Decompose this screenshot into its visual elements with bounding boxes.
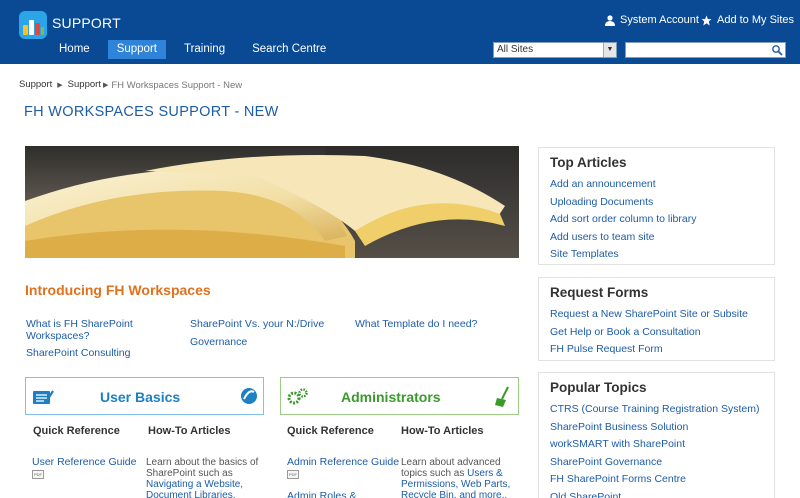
chevron-right-icon: ▶ (102, 82, 109, 89)
list-item[interactable]: Site Templates (550, 246, 696, 264)
intro-heading: Introducing FH Workspaces (25, 282, 211, 298)
notepad-icon (33, 390, 54, 404)
pdf-icon: PDF (32, 470, 44, 479)
request-forms-list: Request a New SharePoint Site or Subsite… (550, 306, 748, 359)
gears-icon (287, 388, 308, 405)
user-basics-title: User Basics (100, 389, 181, 405)
help-icon (241, 388, 257, 404)
user-basics-description: Learn about the basics of SharePoint suc… (146, 457, 266, 498)
open-book-image (25, 146, 519, 258)
top-navigation: Home Support Training Search Centre (50, 40, 344, 59)
admin-roles-link[interactable]: Admin Roles & (287, 490, 356, 498)
breadcrumb-item[interactable]: Support (68, 79, 101, 91)
user-how-to-heading: How-To Articles (148, 425, 231, 437)
search-icon[interactable] (771, 44, 783, 56)
breadcrumb-current: FH Workspaces Support - New (111, 79, 243, 91)
list-item[interactable]: SharePoint Governance (550, 454, 759, 472)
breadcrumb: Support ▶ Support ▶ FH Workspaces Suppor… (19, 79, 242, 91)
user-icon (605, 14, 615, 26)
request-forms-panel: Request Forms Request a New SharePoint S… (538, 277, 775, 361)
list-item[interactable]: workSMART with SharePoint (550, 436, 759, 454)
site-title[interactable]: SUPPORT (52, 15, 121, 31)
list-item[interactable]: SharePoint Business Solution (550, 419, 759, 437)
user-reference-guide-link[interactable]: User Reference Guide (32, 456, 136, 468)
administrators-description: Learn about advanced topics such as User… (401, 457, 517, 498)
broom-icon (495, 386, 509, 407)
list-item[interactable]: FH Pulse Request Form (550, 341, 748, 359)
user-basics-desc-text: Learn about the basics of SharePoint suc… (146, 457, 259, 479)
system-account-menu[interactable]: System Account (605, 14, 699, 26)
list-item[interactable]: Add users to team site (550, 229, 696, 247)
hero-image (25, 146, 519, 258)
administrators-title: Administrators (341, 389, 441, 405)
star-icon (701, 14, 712, 26)
top-bar: SUPPORT System Account Add to My Sites H… (0, 0, 800, 64)
admin-quick-reference-heading: Quick Reference (287, 425, 374, 437)
search-scope-value: All Sites (497, 44, 534, 55)
request-forms-title: Request Forms (550, 285, 649, 300)
chevron-down-icon[interactable]: ▼ (603, 43, 616, 57)
site-logo-icon[interactable] (19, 11, 47, 39)
user-reference-guide[interactable]: User Reference Guide PDF (32, 456, 136, 479)
top-articles-list: Add an announcement Uploading Documents … (550, 176, 696, 264)
system-account-label: System Account (620, 14, 699, 26)
nav-search-centre[interactable]: Search Centre (243, 40, 335, 59)
intro-link-vs-ndrive[interactable]: SharePoint Vs. your N:/Drive (190, 318, 324, 330)
nav-support[interactable]: Support (107, 40, 166, 59)
admin-how-to-heading: How-To Articles (401, 425, 484, 437)
user-basics-desc-links[interactable]: Navigating a Website, Document Libraries… (146, 479, 243, 498)
page-title: FH WORKSPACES SUPPORT - NEW (24, 104, 279, 120)
chevron-right-icon: ▶ (57, 82, 63, 89)
top-articles-title: Top Articles (550, 155, 627, 170)
admin-reference-guide-link[interactable]: Admin Reference Guide (287, 456, 399, 468)
search-scope-select[interactable]: All Sites ▼ (493, 42, 617, 58)
popular-topics-title: Popular Topics (550, 380, 647, 395)
search-input[interactable] (625, 42, 786, 58)
add-to-my-sites-label: Add to My Sites (717, 14, 795, 26)
intro-link-what-is[interactable]: What is FH SharePoint Workspaces? (26, 318, 166, 342)
add-to-my-sites-link[interactable]: Add to My Sites (701, 14, 794, 26)
list-item[interactable]: Old SharePoint (550, 489, 759, 498)
intro-link-consulting[interactable]: SharePoint Consulting (26, 347, 130, 359)
list-item[interactable]: FH SharePoint Forms Centre (550, 471, 759, 489)
intro-link-governance[interactable]: Governance (190, 336, 247, 348)
list-item[interactable]: Get Help or Book a Consultation (550, 324, 748, 342)
nav-home[interactable]: Home (50, 40, 99, 59)
list-item[interactable]: Add an announcement (550, 176, 696, 194)
nav-training[interactable]: Training (175, 40, 234, 59)
intro-link-template[interactable]: What Template do I need? (355, 318, 477, 330)
top-articles-panel: Top Articles Add an announcement Uploadi… (538, 147, 775, 265)
list-item[interactable]: CTRS (Course Training Registration Syste… (550, 401, 759, 419)
pdf-icon: PDF (287, 470, 299, 479)
user-quick-reference-heading: Quick Reference (33, 425, 120, 437)
user-basics-tile[interactable]: User Basics (25, 377, 264, 415)
admin-reference-guide[interactable]: Admin Reference Guide PDF (287, 456, 399, 479)
list-item[interactable]: Uploading Documents (550, 194, 696, 212)
popular-topics-list: CTRS (Course Training Registration Syste… (550, 401, 759, 498)
administrators-tile[interactable]: Administrators (280, 377, 519, 415)
breadcrumb-item[interactable]: Support (19, 79, 52, 91)
list-item[interactable]: Add sort order column to library (550, 211, 696, 229)
popular-topics-panel: Popular Topics CTRS (Course Training Reg… (538, 372, 775, 498)
list-item[interactable]: Request a New SharePoint Site or Subsite (550, 306, 748, 324)
